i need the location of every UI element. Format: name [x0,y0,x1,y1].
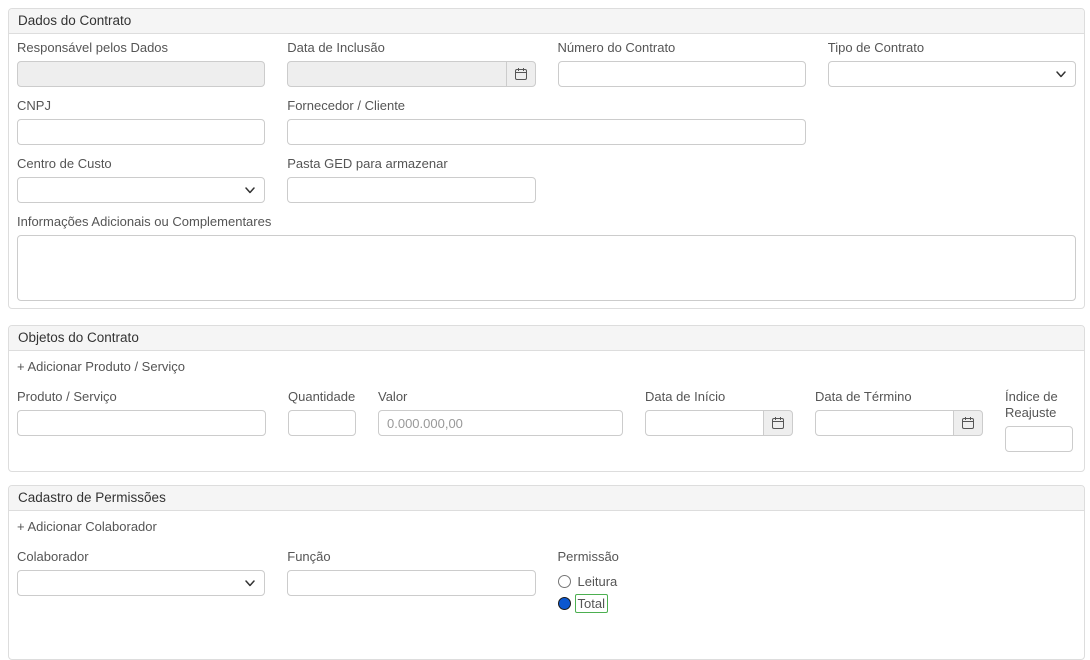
valor-field: Valor [378,389,623,436]
panel-objetos-body: + Adicionar Produto / Serviço Produto / … [9,351,1084,462]
pasta-ged-label: Pasta GED para armazenar [287,156,535,172]
panel-dados-body: Responsável pelos Dados Data de Inclusão [9,34,1084,311]
numero-contrato-field: Número do Contrato [558,40,806,87]
funcao-label: Função [287,549,535,565]
data-termino-field: Data de Término [815,389,983,436]
panel-cadastro-de-permissoes: Cadastro de Permissões + Adicionar Colab… [8,485,1085,660]
informacoes-adicionais-field: Informações Adicionais ou Complementares [17,214,1076,301]
centro-custo-label: Centro de Custo [17,156,265,172]
indice-reajuste-input[interactable] [1005,426,1073,452]
tipo-contrato-label: Tipo de Contrato [828,40,1076,56]
colaborador-label: Colaborador [17,549,265,565]
panel-objetos-heading: Objetos do Contrato [9,326,1084,351]
permissao-field: Permissão Leitura Total [558,549,806,617]
fornecedor-cliente-input[interactable] [287,119,806,145]
total-radio[interactable] [558,597,571,610]
quantidade-input[interactable] [288,410,356,436]
total-radio-label[interactable]: Total [575,594,608,613]
data-inicio-label: Data de Início [645,389,793,405]
produto-servico-field: Produto / Serviço [17,389,266,436]
data-inclusao-calendar-button[interactable] [506,61,536,87]
panel-permissoes-title: Cadastro de Permissões [18,490,166,505]
panel-objetos-do-contrato: Objetos do Contrato + Adicionar Produto … [8,325,1085,472]
add-colaborador-link[interactable]: + Adicionar Colaborador [17,519,157,535]
valor-input[interactable] [378,410,623,436]
leitura-radio[interactable] [558,575,571,588]
panel-permissoes-body: + Adicionar Colaborador Colaborador Funç… [9,511,1084,627]
data-inclusao-label: Data de Inclusão [287,40,535,56]
data-inclusao-input [287,61,506,87]
data-inicio-input[interactable] [645,410,764,436]
data-inclusao-field: Data de Inclusão [287,40,535,87]
cnpj-label: CNPJ [17,98,265,114]
produto-servico-label: Produto / Serviço [17,389,266,405]
pasta-ged-field: Pasta GED para armazenar [287,156,535,203]
data-termino-label: Data de Término [815,389,983,405]
leitura-radio-label[interactable]: Leitura [578,573,618,590]
funcao-field: Função [287,549,535,617]
total-radio-option[interactable]: Total [558,594,806,613]
fornecedor-cliente-field: Fornecedor / Cliente [287,98,806,145]
panel-objetos-title: Objetos do Contrato [18,330,139,345]
quantidade-label: Quantidade [288,389,356,405]
data-inicio-field: Data de Início [645,389,793,436]
leitura-radio-option[interactable]: Leitura [558,573,806,590]
permissao-label: Permissão [558,549,806,565]
panel-dados-heading: Dados do Contrato [9,9,1084,34]
panel-dados-do-contrato: Dados do Contrato Responsável pelos Dado… [8,8,1085,309]
data-termino-input[interactable] [815,410,954,436]
centro-custo-field: Centro de Custo [17,156,265,203]
tipo-contrato-field: Tipo de Contrato [828,40,1076,87]
calendar-icon [771,416,785,430]
indice-reajuste-label: Índice de Reajuste [1005,389,1073,421]
valor-label: Valor [378,389,623,405]
fornecedor-cliente-label: Fornecedor / Cliente [287,98,806,114]
panel-permissoes-heading: Cadastro de Permissões [9,486,1084,511]
funcao-input[interactable] [287,570,535,596]
data-termino-calendar-button[interactable] [953,410,983,436]
cnpj-input[interactable] [17,119,265,145]
quantidade-field: Quantidade [288,389,356,436]
colaborador-select[interactable] [17,570,265,596]
informacoes-adicionais-label: Informações Adicionais ou Complementares [17,214,1076,230]
cnpj-field: CNPJ [17,98,265,145]
data-inicio-calendar-button[interactable] [763,410,793,436]
calendar-icon [514,67,528,81]
panel-dados-title: Dados do Contrato [18,13,131,28]
calendar-icon [961,416,975,430]
responsavel-field: Responsável pelos Dados [17,40,265,87]
colaborador-field: Colaborador [17,549,265,617]
tipo-contrato-select[interactable] [828,61,1076,87]
numero-contrato-input[interactable] [558,61,806,87]
add-produto-servico-link[interactable]: + Adicionar Produto / Serviço [17,359,185,375]
centro-custo-select[interactable] [17,177,265,203]
indice-reajuste-field: Índice de Reajuste [1005,389,1073,452]
numero-contrato-label: Número do Contrato [558,40,806,56]
produto-servico-input[interactable] [17,410,266,436]
informacoes-adicionais-textarea[interactable] [17,235,1076,301]
responsavel-input [17,61,265,87]
responsavel-label: Responsável pelos Dados [17,40,265,56]
pasta-ged-input[interactable] [287,177,535,203]
